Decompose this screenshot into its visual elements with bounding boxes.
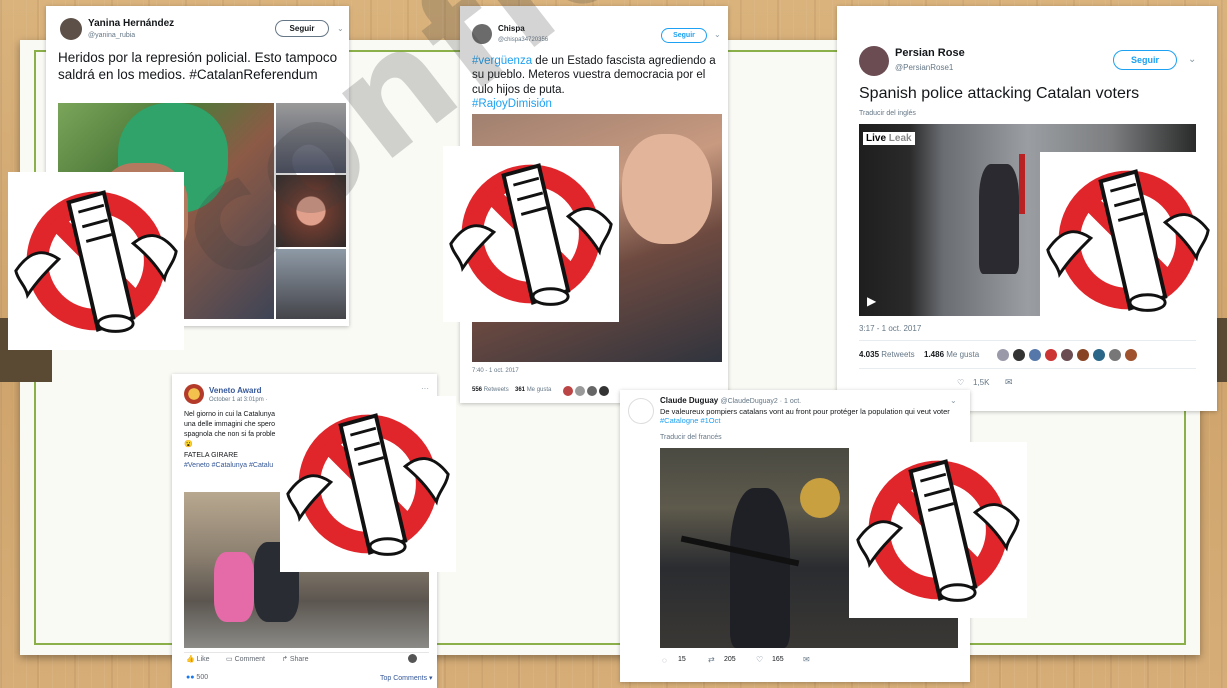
chevron-down-icon[interactable]: ⌄ [1188, 54, 1196, 65]
banned-news-icon [286, 413, 450, 556]
hashtag-link[interactable]: #vergüenza [472, 55, 532, 67]
avatar[interactable] [1061, 349, 1073, 361]
author-name[interactable]: Yanina Hernández [88, 18, 174, 29]
avatar[interactable] [575, 386, 585, 396]
banned-news-icon [14, 190, 178, 333]
share-icon: ↱ [282, 656, 288, 663]
author-handle: @ClaudeDuguay2 · 1 oct. [720, 398, 802, 405]
hashtag-link[interactable]: #Catalogne #1Oct [660, 416, 720, 425]
translate-link[interactable]: Traducir del inglés [859, 110, 916, 117]
avatar[interactable] [408, 654, 417, 663]
retweet-icon[interactable]: ⇄ [708, 655, 715, 664]
banned-news-icon [449, 163, 613, 306]
follow-button[interactable]: Seguir [661, 28, 707, 43]
top-comments-dropdown[interactable]: Top Comments ▾ [380, 674, 433, 682]
message-icon[interactable]: ✉ [803, 655, 810, 664]
video-watermark: Live Leak [863, 132, 915, 145]
avatar[interactable] [1093, 349, 1105, 361]
tweet-photo-4[interactable] [276, 249, 346, 319]
author-handle[interactable]: @chispa34720356 [498, 37, 548, 43]
reactions-icon: ●● [186, 674, 195, 681]
tweet-date: 3:17 - 1 oct. 2017 [859, 324, 922, 333]
tweet-text: #vergüenza de un Estado fascista agredie… [472, 55, 716, 111]
chevron-down-icon[interactable]: ⌄ [714, 30, 721, 39]
banned-news-icon [1046, 169, 1210, 312]
thumbs-up-icon: 👍 [186, 656, 195, 663]
chevron-down-icon[interactable]: ⌄ [950, 396, 957, 405]
avatar[interactable] [1029, 349, 1041, 361]
retweet-count: 556 Retweets [472, 387, 509, 393]
author-name[interactable]: Claude Duguay @ClaudeDuguay2 · 1 oct. [660, 396, 801, 405]
reply-count: 15 [678, 656, 686, 663]
author-handle[interactable]: @yanina_rubia [88, 32, 135, 39]
avatar[interactable] [1109, 349, 1121, 361]
reaction-count[interactable]: ●● 500 [186, 674, 208, 681]
tweet-text: Heridos por la represión policial. Esto … [58, 50, 338, 82]
banned-news-logo [1040, 152, 1216, 328]
more-options-icon[interactable]: ··· [421, 384, 429, 393]
avatar[interactable] [184, 384, 204, 404]
author-name[interactable]: Veneto Award [209, 386, 261, 395]
banned-news-logo [443, 146, 619, 322]
retweet-count[interactable]: 4.035 Retweets [859, 350, 915, 359]
avatar[interactable] [563, 386, 573, 396]
message-icon[interactable]: ✉ [1005, 377, 1013, 388]
tweet-text: De valeureux pompiers catalans vont au f… [660, 407, 950, 426]
tweet-photo-3[interactable] [276, 175, 346, 247]
like-icon[interactable]: ♡ [756, 655, 763, 664]
author-name[interactable]: Persian Rose [895, 47, 965, 59]
reply-icon[interactable]: ◌ [662, 656, 667, 665]
comment-icon: ▭ [226, 656, 233, 663]
like-icon[interactable]: ♡ [957, 378, 964, 387]
tweet-text: Spanish police attacking Catalan voters [859, 85, 1140, 102]
like-count: 165 [772, 656, 784, 663]
banned-news-icon [856, 459, 1020, 602]
like-count-small: 1,5K [973, 378, 990, 387]
author-handle[interactable]: @PersianRose1 [895, 63, 953, 72]
avatar[interactable] [997, 349, 1009, 361]
play-icon[interactable]: ▶ [867, 294, 876, 308]
banned-news-logo [849, 442, 1027, 618]
avatar[interactable] [859, 46, 889, 76]
retweet-count: 205 [724, 656, 736, 663]
avatar[interactable] [628, 398, 654, 424]
chevron-down-icon[interactable]: ⌄ [337, 24, 344, 33]
banned-news-logo [280, 396, 456, 572]
avatar[interactable] [1013, 349, 1025, 361]
post-time[interactable]: October 1 at 3:01pm · [209, 397, 267, 403]
avatar[interactable] [599, 386, 609, 396]
avatar[interactable] [472, 24, 492, 44]
tweet-photo-2[interactable] [276, 103, 346, 173]
hashtag-link[interactable]: #RajoyDimisión [472, 98, 552, 110]
like-count: 361 Me gusta [515, 387, 552, 393]
follow-button[interactable]: Seguir [1113, 50, 1177, 70]
like-count[interactable]: 1.486 Me gusta [924, 350, 979, 359]
follow-button[interactable]: Seguir [275, 20, 329, 37]
banned-news-logo [8, 172, 184, 350]
author-name[interactable]: Chispa [498, 24, 525, 33]
avatar[interactable] [1045, 349, 1057, 361]
tweet-date: 7:40 - 1 oct. 2017 [472, 368, 519, 374]
avatar[interactable] [60, 18, 82, 40]
like-button[interactable]: 👍 Like [186, 655, 210, 663]
avatar[interactable] [587, 386, 597, 396]
comment-button[interactable]: ▭ Comment [226, 655, 265, 663]
share-button[interactable]: ↱ Share [282, 655, 309, 663]
avatar[interactable] [1077, 349, 1089, 361]
translate-link[interactable]: Traducir del francés [660, 434, 722, 441]
avatar[interactable] [1125, 349, 1137, 361]
